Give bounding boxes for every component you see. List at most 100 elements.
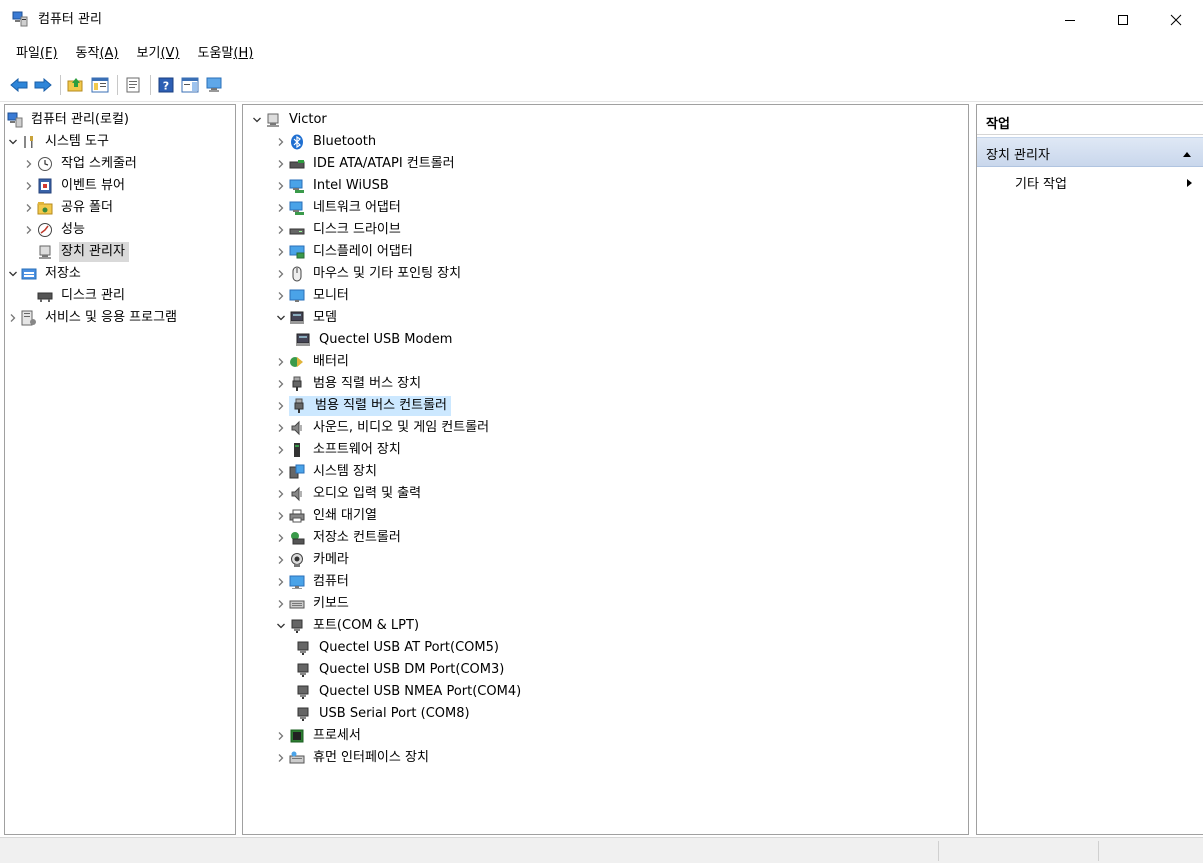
tree-item-device-manager[interactable]: 장치 관리자 (37, 241, 129, 263)
device-category-system[interactable]: 시스템 장치 (273, 461, 381, 483)
status-cell (1098, 841, 1203, 861)
chevron-right-icon[interactable] (273, 153, 289, 175)
device-category-sound[interactable]: 사운드, 비디오 및 게임 컨트롤러 (273, 417, 493, 439)
chevron-right-icon[interactable] (273, 725, 289, 747)
back-button[interactable] (8, 74, 30, 96)
tree-item-shared-folders[interactable]: 공유 폴더 (21, 197, 117, 219)
device-category-software[interactable]: 소프트웨어 장치 (273, 439, 405, 461)
printer-icon (289, 508, 305, 524)
device-category-network-adapters[interactable]: 네트워크 어댑터 (273, 197, 405, 219)
device-category-computer[interactable]: 컴퓨터 (273, 571, 353, 593)
tree-item-computer-management[interactable]: 컴퓨터 관리(로컬) (7, 109, 133, 131)
chevron-right-icon[interactable] (273, 373, 289, 395)
network-adapter-icon (289, 200, 305, 216)
menu-help[interactable]: 도움말(H) (189, 40, 261, 68)
device-category-usb-devices[interactable]: 범용 직렬 버스 장치 (273, 373, 425, 395)
device-port-dm-com3[interactable]: Quectel USB DM Port(COM3) (295, 659, 508, 681)
device-category-ide[interactable]: IDE ATA/ATAPI 컨트롤러 (273, 153, 459, 175)
scan-hardware-icon[interactable] (203, 74, 225, 96)
tree-item-storage[interactable]: 저장소 (5, 263, 85, 285)
chevron-right-icon[interactable] (273, 571, 289, 593)
chevron-down-icon[interactable] (273, 307, 289, 329)
chevron-down-icon[interactable] (273, 615, 289, 637)
device-port-at-com5[interactable]: Quectel USB AT Port(COM5) (295, 637, 503, 659)
chevron-right-icon[interactable] (273, 263, 289, 285)
chevron-right-icon[interactable] (5, 307, 21, 329)
menu-action[interactable]: 동작(A) (68, 40, 127, 68)
device-category-hid[interactable]: 휴먼 인터페이스 장치 (273, 747, 433, 769)
chevron-down-icon[interactable] (5, 131, 21, 153)
chevron-right-icon[interactable] (273, 461, 289, 483)
chevron-down-icon[interactable] (5, 263, 21, 285)
device-port-serial-com8[interactable]: USB Serial Port (COM8) (295, 703, 474, 725)
device-category-disk-drives[interactable]: 디스크 드라이브 (273, 219, 405, 241)
chevron-right-icon[interactable] (273, 593, 289, 615)
device-category-camera[interactable]: 카메라 (273, 549, 353, 571)
device-category-battery[interactable]: 배터리 (273, 351, 353, 373)
device-category-storage-controllers[interactable]: 저장소 컨트롤러 (273, 527, 405, 549)
menu-view[interactable]: 보기(V) (129, 40, 188, 68)
chevron-right-icon[interactable] (273, 505, 289, 527)
tree-item-services-applications[interactable]: 서비스 및 응용 프로그램 (5, 307, 181, 329)
device-category-modems[interactable]: 모뎀 (273, 307, 341, 329)
chevron-down-icon[interactable] (249, 109, 265, 131)
usb-plug-icon (291, 398, 307, 414)
device-category-mouse[interactable]: 마우스 및 기타 포인팅 장치 (273, 263, 465, 285)
close-button[interactable] (1153, 0, 1199, 40)
device-category-monitors[interactable]: 모니터 (273, 285, 353, 307)
tree-item-task-scheduler[interactable]: 작업 스케줄러 (21, 153, 141, 175)
chevron-right-icon[interactable] (21, 175, 37, 197)
menu-file[interactable]: 파일(F) (8, 40, 66, 68)
battery-icon (289, 354, 305, 370)
chevron-right-icon[interactable] (273, 219, 289, 241)
tree-item-disk-management[interactable]: 디스크 관리 (37, 285, 129, 307)
chevron-right-icon[interactable] (273, 131, 289, 153)
device-category-bluetooth[interactable]: Bluetooth (273, 131, 380, 153)
device-category-display-adapters[interactable]: 디스플레이 어댑터 (273, 241, 417, 263)
chevron-right-icon[interactable] (273, 747, 289, 769)
show-hide-tree-icon[interactable] (89, 74, 111, 96)
status-cell (938, 841, 1098, 861)
chevron-right-icon[interactable] (273, 351, 289, 373)
caret-right-icon (1186, 177, 1194, 192)
actions-section-device-manager[interactable]: 장치 관리자 (977, 137, 1203, 167)
chevron-right-icon[interactable] (273, 483, 289, 505)
actions-pane: 작업 장치 관리자 기타 작업 (976, 104, 1203, 835)
device-port-nmea-com4[interactable]: Quectel USB NMEA Port(COM4) (295, 681, 525, 703)
more-actions-item[interactable]: 기타 작업 (977, 169, 1203, 193)
chevron-right-icon[interactable] (273, 417, 289, 439)
disk-icon (37, 288, 53, 304)
chevron-right-icon[interactable] (21, 219, 37, 241)
minimize-button[interactable] (1047, 0, 1093, 40)
help-icon[interactable]: ? (155, 74, 177, 96)
device-category-audio-io[interactable]: 오디오 입력 및 출력 (273, 483, 425, 505)
action-pane-icon[interactable] (179, 74, 201, 96)
maximize-button[interactable] (1100, 0, 1146, 40)
tree-item-performance[interactable]: 성능 (21, 219, 89, 241)
chevron-right-icon[interactable] (273, 241, 289, 263)
device-category-print-queue[interactable]: 인쇄 대기열 (273, 505, 381, 527)
forward-button[interactable] (32, 74, 54, 96)
chevron-right-icon[interactable] (273, 439, 289, 461)
chevron-right-icon[interactable] (273, 197, 289, 219)
tree-item-system-tools[interactable]: 시스템 도구 (5, 131, 113, 153)
tree-item-event-viewer[interactable]: 이벤트 뷰어 (21, 175, 129, 197)
device-root[interactable]: Victor (249, 109, 331, 131)
computer-management-icon (12, 11, 28, 27)
chevron-right-icon[interactable] (273, 285, 289, 307)
device-quectel-usb-modem[interactable]: Quectel USB Modem (295, 329, 456, 351)
properties-icon[interactable] (122, 74, 144, 96)
chevron-right-icon[interactable] (273, 395, 289, 417)
up-folder-icon[interactable] (65, 74, 87, 96)
chevron-right-icon[interactable] (21, 197, 37, 219)
device-category-processors[interactable]: 프로세서 (273, 725, 365, 747)
storage-controller-icon (289, 530, 305, 546)
device-category-ports[interactable]: 포트(COM & LPT) (273, 615, 423, 637)
device-category-usb-controllers[interactable]: 범용 직렬 버스 컨트롤러 (273, 395, 451, 417)
chevron-right-icon[interactable] (273, 527, 289, 549)
chevron-right-icon[interactable] (21, 153, 37, 175)
device-category-intel-wiusb[interactable]: Intel WiUSB (273, 175, 393, 197)
chevron-right-icon[interactable] (273, 549, 289, 571)
chevron-right-icon[interactable] (273, 175, 289, 197)
device-category-keyboard[interactable]: 키보드 (273, 593, 353, 615)
